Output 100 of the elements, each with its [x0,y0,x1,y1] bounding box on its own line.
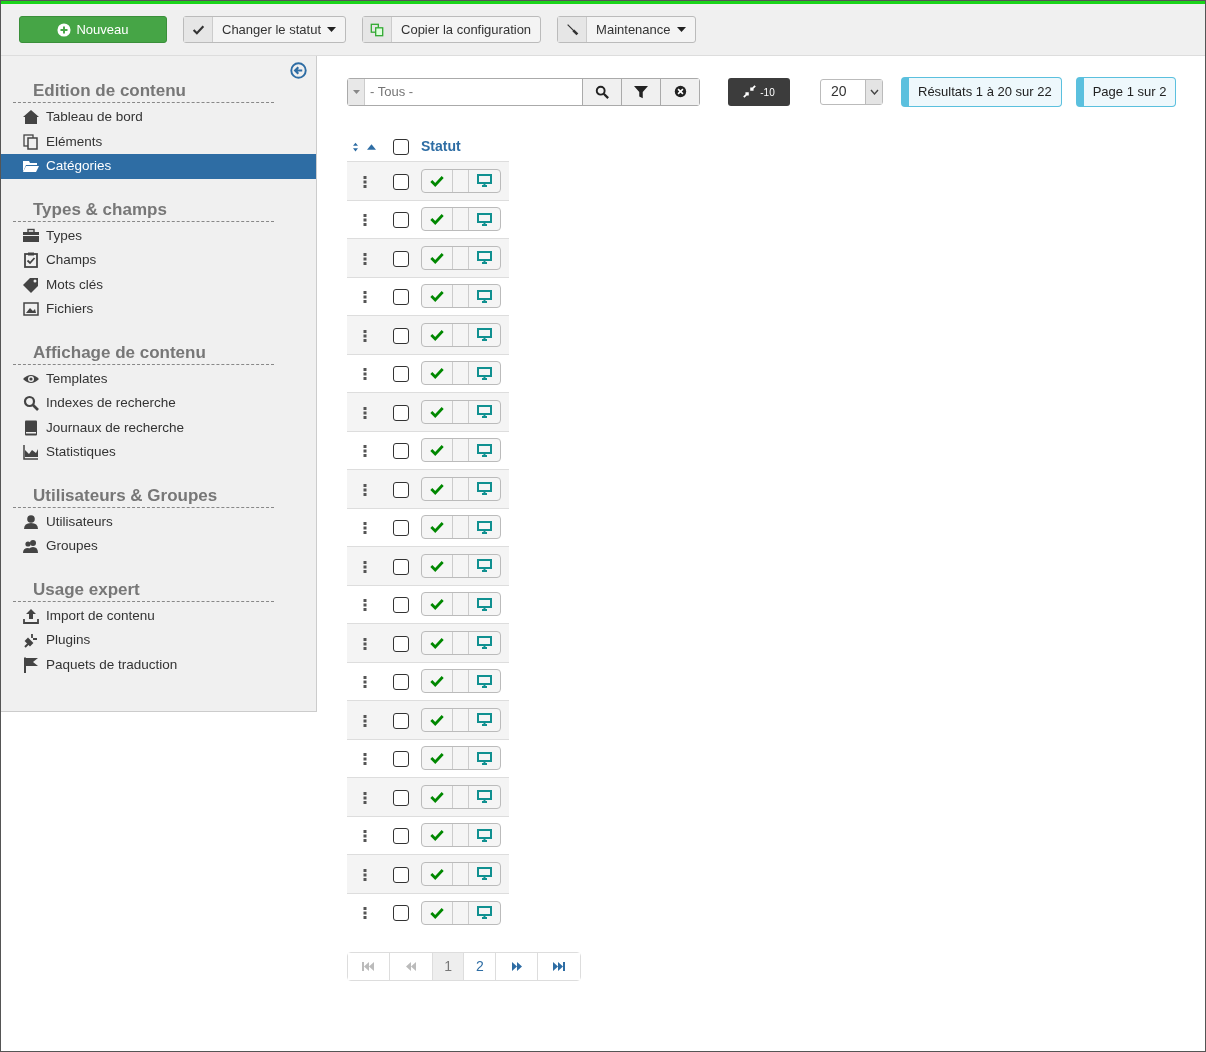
monitor-icon[interactable] [477,597,492,611]
drag-handle-icon[interactable] [363,830,367,843]
sidebar-item[interactable]: Import de contenu [1,603,316,628]
row-checkbox[interactable] [393,674,409,691]
drag-handle-icon[interactable] [363,791,367,804]
status-button-group[interactable] [421,746,501,771]
sidebar-item[interactable]: Indexes de recherche [1,391,316,416]
row-checkbox[interactable] [393,173,409,190]
monitor-icon[interactable] [477,482,492,496]
drag-handle-icon[interactable] [363,676,367,689]
sidebar-item[interactable]: Journaux de recherche [1,415,316,440]
sidebar-item[interactable]: Statistiques [1,440,316,465]
status-button-group[interactable] [421,476,501,501]
status-button-group[interactable] [421,399,501,424]
check-icon[interactable] [430,328,444,341]
check-icon[interactable] [430,444,444,457]
drag-handle-icon[interactable] [363,560,367,573]
drag-handle-icon[interactable] [363,368,367,381]
status-button-group[interactable] [421,361,501,386]
filter-field[interactable]: - Tous - [347,77,700,106]
dropdown-button[interactable]: Changer le statut [183,16,346,43]
drag-handle-icon[interactable] [363,445,367,458]
row-checkbox[interactable] [393,366,409,383]
sidebar-item[interactable]: Tableau de bord [1,105,316,130]
row-checkbox[interactable] [393,789,409,806]
monitor-icon[interactable] [477,405,492,419]
status-button-group[interactable] [421,438,501,463]
check-icon[interactable] [430,790,444,803]
sidebar-item[interactable]: Groupes [1,534,316,559]
check-icon[interactable] [430,906,444,919]
drag-handle-icon[interactable] [363,291,367,304]
per-page-select[interactable]: 20 [820,78,883,105]
row-checkbox[interactable] [393,558,409,575]
drag-handle-icon[interactable] [363,714,367,727]
row-checkbox[interactable] [393,481,409,498]
sidebar-item[interactable]: Types [1,223,316,248]
monitor-icon[interactable] [477,443,492,457]
page-button[interactable]: 1 [432,952,465,980]
drag-handle-icon[interactable] [363,175,367,188]
drag-handle-icon[interactable] [363,907,367,920]
status-button-group[interactable] [421,322,501,347]
status-button-group[interactable] [421,707,501,732]
drag-handle-icon[interactable] [363,252,367,265]
monitor-icon[interactable] [477,713,492,727]
monitor-icon[interactable] [477,790,492,804]
toolbar-button[interactable]: Copier la configuration [362,16,542,43]
row-checkbox[interactable] [393,289,409,306]
row-checkbox[interactable] [393,327,409,344]
drag-handle-icon[interactable] [363,637,367,650]
drag-handle-icon[interactable] [363,483,367,496]
status-button-group[interactable] [421,784,501,809]
check-icon[interactable] [430,213,444,226]
check-icon[interactable] [430,598,444,611]
monitor-icon[interactable] [477,289,492,303]
sidebar-item[interactable]: Catégories [1,154,316,179]
drag-handle-icon[interactable] [363,868,367,881]
status-button-group[interactable] [421,630,501,655]
check-icon[interactable] [430,290,444,303]
search-button[interactable] [582,78,621,105]
check-icon[interactable] [430,675,444,688]
check-icon[interactable] [430,559,444,572]
drag-handle-icon[interactable] [363,753,367,766]
row-checkbox[interactable] [393,597,409,614]
monitor-icon[interactable] [477,906,492,919]
check-icon[interactable] [430,867,444,880]
status-button-group[interactable] [421,553,501,578]
check-icon[interactable] [430,482,444,495]
drag-handle-icon[interactable] [363,522,367,535]
sidebar-item[interactable]: Eléments [1,129,316,154]
status-button-group[interactable] [421,861,501,886]
row-checkbox[interactable] [393,828,409,845]
clear-button[interactable] [660,78,699,105]
drag-handle-icon[interactable] [363,406,367,419]
row-checkbox[interactable] [393,905,409,922]
sidebar-item[interactable]: Champs [1,248,316,273]
check-icon[interactable] [430,174,444,187]
sort-ascending-icon[interactable] [366,144,376,151]
drag-handle-icon[interactable] [363,599,367,612]
status-button-group[interactable] [421,515,501,540]
status-button-group[interactable] [421,592,501,617]
monitor-icon[interactable] [477,212,492,226]
dropdown-button[interactable]: Maintenance [557,16,696,43]
monitor-icon[interactable] [477,751,492,765]
status-button-group[interactable] [421,900,501,925]
check-icon[interactable] [430,405,444,418]
check-icon[interactable] [430,521,444,534]
status-button-group[interactable] [421,823,501,848]
check-icon[interactable] [430,713,444,726]
select-all-checkbox[interactable] [393,139,409,156]
status-button-group[interactable] [421,245,501,270]
row-checkbox[interactable] [393,866,409,883]
monitor-icon[interactable] [477,174,492,188]
check-icon[interactable] [430,829,444,842]
monitor-icon[interactable] [477,636,492,650]
row-checkbox[interactable] [393,404,409,421]
monitor-icon[interactable] [477,328,492,342]
monitor-icon[interactable] [477,828,492,842]
check-icon[interactable] [430,752,444,765]
monitor-icon[interactable] [477,674,492,688]
sidebar-item[interactable]: Utilisateurs [1,509,316,534]
